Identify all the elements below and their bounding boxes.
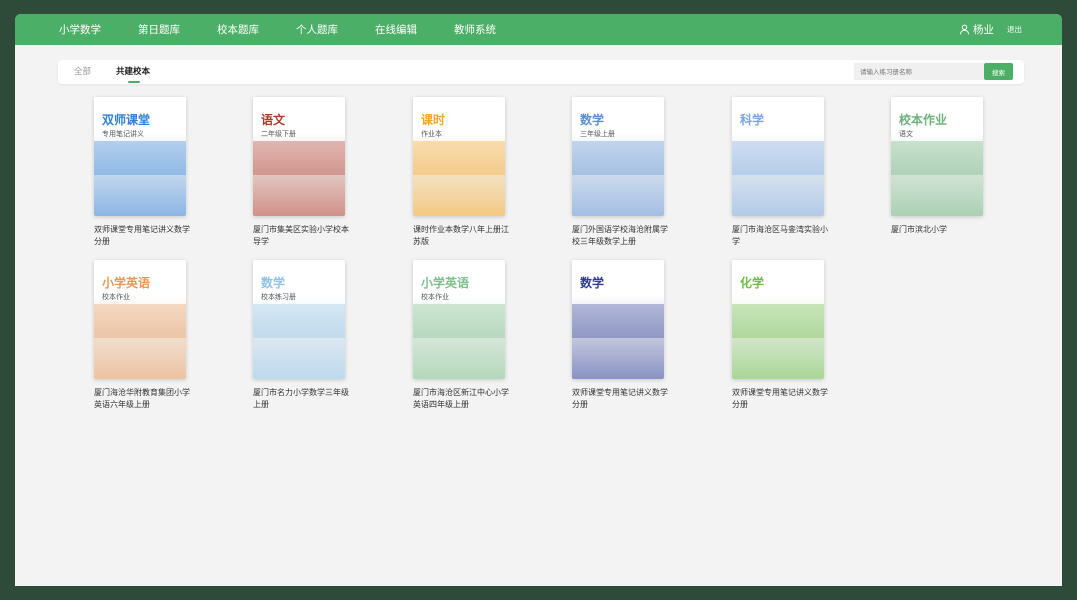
- search-input[interactable]: [854, 63, 984, 80]
- cover-band: [572, 141, 664, 175]
- cover-subtitle: 作业本: [421, 130, 442, 138]
- cover-band: [891, 141, 983, 175]
- user-menu[interactable]: 杨业: [959, 14, 994, 45]
- book-cover[interactable]: 数学 三年级上册: [572, 97, 664, 216]
- tab-all[interactable]: 全部: [74, 60, 91, 84]
- book-title[interactable]: 双师课堂专用笔记讲义数学分册: [572, 387, 672, 411]
- book-card[interactable]: 校本作业语文厦门市滨北小学: [891, 97, 991, 236]
- main-nav: 小学数学 第日题库 校本题库 个人题库 在线编辑 教师系统: [59, 22, 533, 37]
- cover-title: 化学: [740, 276, 765, 290]
- book-cover[interactable]: 校本作业 语文: [891, 97, 983, 216]
- nav-item-online-edit[interactable]: 在线编辑: [375, 22, 417, 37]
- cover-subtitle: 二年级下册: [261, 130, 296, 138]
- nav-item-bank-1[interactable]: 第日题库: [138, 22, 180, 37]
- book-cover[interactable]: 数学: [572, 260, 664, 379]
- cover-title: 数学: [580, 276, 605, 290]
- book-card[interactable]: 科学厦门市海沧区马銮湾实验小学: [732, 97, 832, 248]
- book-card[interactable]: 化学双师课堂专用笔记讲义数学分册: [732, 260, 832, 411]
- cover-band: [413, 304, 505, 338]
- search-button[interactable]: 搜索: [984, 63, 1013, 80]
- book-cover[interactable]: 小学英语 校本作业: [413, 260, 505, 379]
- cover-band: [94, 141, 186, 175]
- book-title[interactable]: 厦门市集美区实验小学校本导学: [253, 224, 353, 248]
- book-cover[interactable]: 语文 二年级下册: [253, 97, 345, 216]
- book-cover[interactable]: 数学 校本练习册: [253, 260, 345, 379]
- cover-subtitle: 校本作业: [102, 293, 130, 301]
- nav-item-teacher-system[interactable]: 教师系统: [454, 22, 496, 37]
- cover-band: [732, 304, 824, 338]
- book-title[interactable]: 双师课堂专用笔记讲义数学分册: [94, 224, 194, 248]
- book-card[interactable]: 语文二年级下册厦门市集美区实验小学校本导学: [253, 97, 353, 248]
- logout-link[interactable]: 退出: [1007, 14, 1022, 45]
- user-icon: [959, 24, 970, 35]
- top-navbar: 小学数学 第日题库 校本题库 个人题库 在线编辑 教师系统 杨业 退出: [15, 14, 1062, 45]
- cover-subtitle: 三年级上册: [580, 130, 615, 138]
- cover-title: 双师课堂: [102, 113, 151, 127]
- book-card[interactable]: 数学三年级上册厦门外国语学校海沧附属学校三年级数学上册: [572, 97, 672, 248]
- book-card[interactable]: 课时作业本课时作业本数学八年上册江苏版: [413, 97, 513, 248]
- book-title[interactable]: 厦门市名力小学数学三年级上册: [253, 387, 353, 411]
- cover-subtitle: 校本作业: [421, 293, 449, 301]
- book-card[interactable]: 小学英语校本作业厦门市海沧区新江中心小学英语四年级上册: [413, 260, 513, 411]
- cover-band: [413, 141, 505, 175]
- cover-title: 小学英语: [421, 276, 470, 290]
- cover-subtitle: 语文: [899, 130, 913, 138]
- book-cover[interactable]: 双师课堂专用笔记讲义: [94, 97, 186, 216]
- book-title[interactable]: 厦门市海沧区马銮湾实验小学: [732, 224, 832, 248]
- cover-band: [253, 141, 345, 175]
- book-cover[interactable]: 科学: [732, 97, 824, 216]
- cover-subtitle: 专用笔记讲义: [102, 130, 144, 138]
- book-title[interactable]: 厦门海沧华附教育集团小学英语六年级上册: [94, 387, 194, 411]
- cover-title: 科学: [740, 113, 765, 127]
- cover-band: [253, 304, 345, 338]
- cover-title: 课时: [421, 113, 446, 127]
- book-title[interactable]: 双师课堂专用笔记讲义数学分册: [732, 387, 832, 411]
- book-title[interactable]: 厦门市滨北小学: [891, 224, 991, 236]
- book-card[interactable]: 小学英语校本作业厦门海沧华附教育集团小学英语六年级上册: [94, 260, 194, 411]
- app-window: 小学数学 第日题库 校本题库 个人题库 在线编辑 教师系统 杨业 退出 全部 共…: [15, 14, 1062, 586]
- book-cover[interactable]: 化学: [732, 260, 824, 379]
- book-title[interactable]: 厦门外国语学校海沧附属学校三年级数学上册: [572, 224, 672, 248]
- cover-title: 小学英语: [102, 276, 151, 290]
- nav-item-school-bank[interactable]: 校本题库: [217, 22, 259, 37]
- cover-band: [572, 304, 664, 338]
- cover-title: 校本作业: [899, 113, 948, 127]
- active-tab-indicator: [128, 81, 140, 83]
- cover-band: [94, 304, 186, 338]
- cover-band: [732, 141, 824, 175]
- book-cover[interactable]: 小学英语 校本作业: [94, 260, 186, 379]
- user-name: 杨业: [973, 24, 994, 36]
- cover-title: 语文: [261, 113, 286, 127]
- book-title[interactable]: 课时作业本数学八年上册江苏版: [413, 224, 513, 248]
- nav-item-personal-bank[interactable]: 个人题库: [296, 22, 338, 37]
- book-card[interactable]: 双师课堂专用笔记讲义双师课堂专用笔记讲义数学分册: [94, 97, 194, 248]
- filter-bar: 全部 共建校本 搜索: [58, 60, 1024, 84]
- book-card[interactable]: 数学校本练习册厦门市名力小学数学三年级上册: [253, 260, 353, 411]
- book-title[interactable]: 厦门市海沧区新江中心小学英语四年级上册: [413, 387, 513, 411]
- nav-item-primary-math[interactable]: 小学数学: [59, 22, 101, 37]
- cover-title: 数学: [261, 276, 286, 290]
- book-card[interactable]: 数学双师课堂专用笔记讲义数学分册: [572, 260, 672, 411]
- cover-subtitle: 校本练习册: [261, 293, 296, 301]
- book-cover[interactable]: 课时 作业本: [413, 97, 505, 216]
- cover-title: 数学: [580, 113, 605, 127]
